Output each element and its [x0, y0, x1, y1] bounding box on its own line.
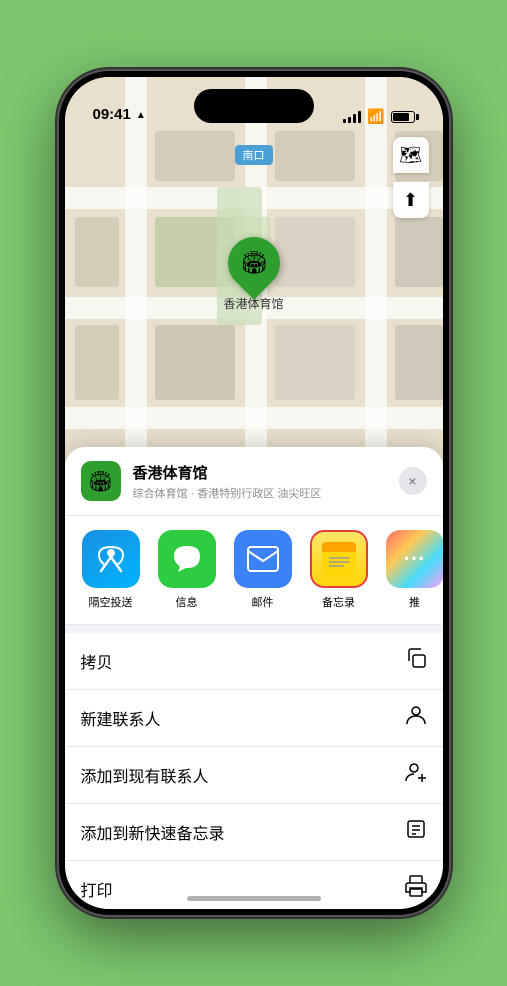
action-copy[interactable]: 拷贝: [65, 633, 443, 690]
action-add-notes[interactable]: 添加到新快速备忘录: [65, 804, 443, 861]
close-button[interactable]: ×: [399, 467, 427, 495]
add-existing-icon: [405, 761, 427, 789]
venue-name: 香港体育馆: [133, 462, 322, 483]
action-add-existing[interactable]: 添加到现有联系人: [65, 747, 443, 804]
action-print[interactable]: 打印: [65, 861, 443, 909]
action-new-contact[interactable]: 新建联系人: [65, 690, 443, 747]
venue-info: 🏟 香港体育馆 综合体育馆 · 香港特别行政区 油尖旺区: [81, 461, 322, 501]
print-icon: [405, 875, 427, 903]
messages-label: 信息: [176, 594, 198, 610]
add-notes-label: 添加到新快速备忘录: [81, 820, 225, 844]
print-label: 打印: [81, 877, 113, 901]
venue-card: 🏟 香港体育馆 综合体育馆 · 香港特别行政区 油尖旺区 ×: [65, 447, 443, 516]
venue-text: 香港体育馆 综合体育馆 · 香港特别行政区 油尖旺区: [133, 462, 322, 501]
phone-screen: 09:41 ▲ 📶: [65, 77, 443, 909]
share-notes[interactable]: 备忘录: [309, 530, 369, 610]
action-list: 拷贝 新建联系人: [65, 633, 443, 909]
map-type-button[interactable]: 🗺: [393, 137, 429, 173]
bottom-sheet: 🏟 香港体育馆 综合体育馆 · 香港特别行政区 油尖旺区 ×: [65, 447, 443, 909]
share-more[interactable]: ··· 推: [385, 530, 443, 610]
dynamic-island: [194, 89, 314, 123]
location-arrow-icon: ▲: [136, 110, 146, 121]
add-existing-label: 添加到现有联系人: [81, 763, 209, 787]
signal-bars: [343, 111, 361, 123]
new-contact-icon: [405, 704, 427, 732]
notes-app-icon: [310, 530, 368, 588]
battery-icon: [391, 111, 415, 123]
add-notes-icon: [405, 818, 427, 846]
mail-label: 邮件: [252, 594, 274, 610]
location-button[interactable]: ⬆: [393, 182, 429, 218]
map-location-label: 南口: [235, 145, 273, 165]
pin-circle: 🏟: [217, 226, 291, 300]
share-row: 隔空投送 信息: [65, 516, 443, 625]
share-airdrop[interactable]: 隔空投送: [81, 530, 141, 610]
copy-label: 拷贝: [81, 649, 113, 673]
close-icon: ×: [408, 473, 416, 489]
copy-icon: [405, 647, 427, 675]
notes-label: 备忘录: [322, 594, 355, 610]
map-controls[interactable]: 🗺 ⬆: [393, 137, 429, 218]
wifi-icon: 📶: [367, 108, 384, 125]
status-icons: 📶: [343, 108, 414, 125]
phone-frame: 09:41 ▲ 📶: [59, 71, 449, 915]
more-icon: ···: [386, 530, 443, 588]
venue-icon: 🏟: [81, 461, 121, 501]
messages-icon: [158, 530, 216, 588]
stadium-pin: 🏟 香港体育馆: [223, 237, 283, 312]
venue-description: 综合体育馆 · 香港特别行政区 油尖旺区: [133, 485, 322, 501]
airdrop-label: 隔空投送: [89, 594, 133, 610]
status-time: 09:41: [93, 106, 131, 125]
new-contact-label: 新建联系人: [81, 706, 161, 730]
share-messages[interactable]: 信息: [157, 530, 217, 610]
mail-icon: [234, 530, 292, 588]
pin-icon: 🏟: [240, 250, 268, 276]
airdrop-icon: [82, 530, 140, 588]
home-indicator: [187, 896, 321, 901]
share-mail[interactable]: 邮件: [233, 530, 293, 610]
more-label: 推: [409, 594, 420, 610]
